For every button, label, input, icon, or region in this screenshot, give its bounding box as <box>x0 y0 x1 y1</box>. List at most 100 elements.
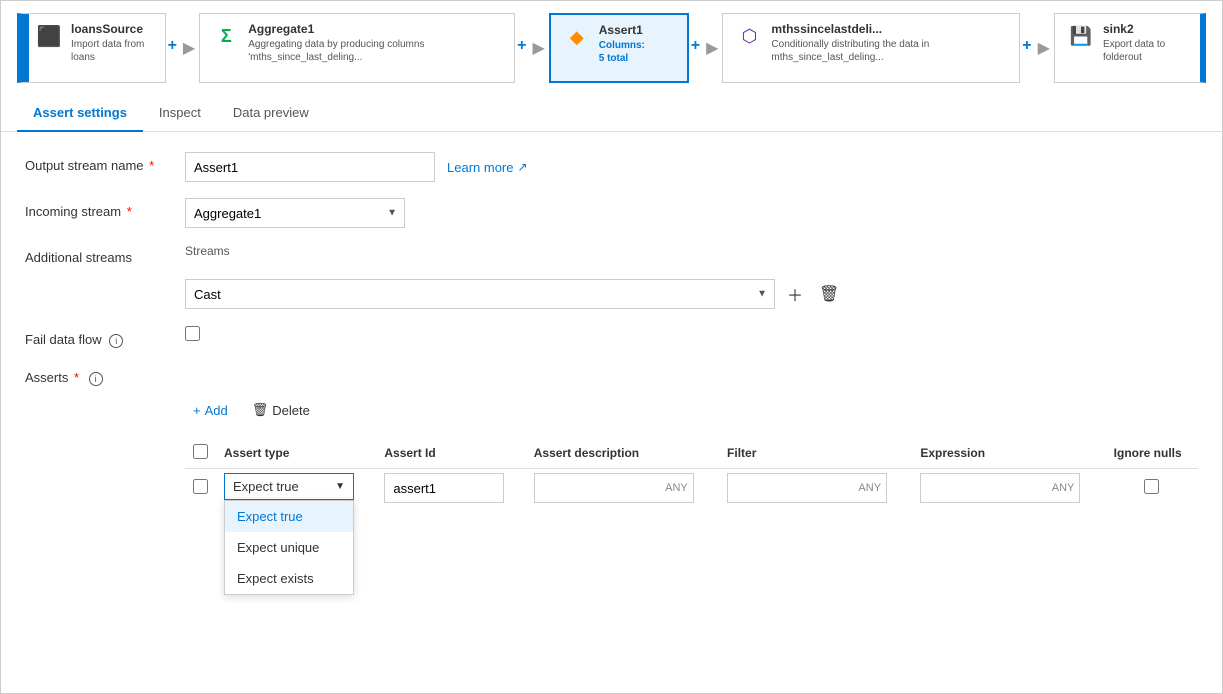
add-assert-button[interactable]: + Add <box>185 399 236 422</box>
settings-panel: Output stream name * Learn more ↗ Incomi… <box>1 132 1222 693</box>
assert-id-input[interactable] <box>384 473 504 503</box>
assert-type-cell: Expect true ▼ Expect true Expect unique … <box>216 469 376 508</box>
assert-type-trigger[interactable]: Expect true ▼ <box>224 473 354 500</box>
tab-data-preview[interactable]: Data preview <box>217 95 325 132</box>
asserts-toolbar: + Add 🗑 Delete <box>185 398 1198 422</box>
assert-description-input[interactable] <box>534 473 694 503</box>
incoming-stream-select-wrapper: Aggregate1 ▼ <box>185 198 405 228</box>
pipeline-node-sink2[interactable]: 💾 sink2 Export data to folderout <box>1054 13 1206 83</box>
pipeline-header: ⬛ loansSource Import data from loans + ▶… <box>1 1 1222 95</box>
learn-more-link[interactable]: Learn more ↗ <box>447 160 528 175</box>
assert-filter-field: ANY <box>727 473 887 503</box>
tab-assert-settings[interactable]: Assert settings <box>17 95 143 132</box>
aggregate1-icon: Σ <box>212 22 240 50</box>
assert-type-value: Expect true <box>233 479 299 494</box>
assert-type-select-wrapper: Expect true ▼ Expect true Expect unique … <box>224 473 368 500</box>
row-checkbox-cell <box>185 469 216 508</box>
assert1-desc-line1: Columns: <box>599 39 675 52</box>
ignore-nulls-checkbox[interactable] <box>1144 479 1159 494</box>
fail-data-flow-row: Fail data flow i <box>25 326 1198 348</box>
output-stream-label: Output stream name * <box>25 152 185 173</box>
asserts-row: Asserts * i + Add 🗑 Delete <box>25 364 1198 507</box>
fail-data-flow-controls <box>185 326 1198 341</box>
asserts-table: Assert type Assert Id Assert description… <box>185 438 1198 507</box>
loanssource-icon: ⬛ <box>35 22 63 50</box>
aggregate1-title: Aggregate1 <box>248 22 502 36</box>
output-stream-row: Output stream name * Learn more ↗ <box>25 152 1198 182</box>
mths-title: mthssincelastdeli... <box>771 22 1007 36</box>
asserts-table-header: Assert type Assert Id Assert description… <box>185 438 1198 469</box>
asserts-header: Asserts * i <box>25 364 189 386</box>
header-checkbox-cell <box>185 438 216 469</box>
streams-sublabel: Streams <box>185 244 230 258</box>
pipeline-node-loanssource[interactable]: ⬛ loansSource Import data from loans <box>17 13 166 83</box>
connector-plus-2: + <box>515 37 528 59</box>
incoming-stream-select[interactable]: Aggregate1 <box>185 198 405 228</box>
additional-streams-label: Additional streams <box>25 244 185 265</box>
assert-expression-input[interactable] <box>920 473 1080 503</box>
assert-expression-cell: ANY <box>912 469 1105 508</box>
connector-plus-3: + <box>689 37 702 59</box>
pipeline-node-assert1[interactable]: ◆ Assert1 Columns: 5 total <box>549 13 689 83</box>
loanssource-title: loansSource <box>71 22 153 36</box>
asserts-info-icon[interactable]: i <box>89 372 103 386</box>
assert-description-field: ANY <box>534 473 694 503</box>
connector-plus-4: + <box>1020 37 1033 59</box>
delete-trash-icon: 🗑 <box>252 402 269 418</box>
dropdown-item-expect-exists[interactable]: Expect exists <box>225 563 353 594</box>
arrow-1: ▶ <box>179 38 199 58</box>
asserts-content: + Add 🗑 Delete A <box>25 398 1198 507</box>
row-checkbox[interactable] <box>193 479 208 494</box>
arrow-2: ▶ <box>528 38 548 58</box>
asserts-table-body: Expect true ▼ Expect true Expect unique … <box>185 469 1198 508</box>
delete-assert-button[interactable]: 🗑 Delete <box>244 398 318 422</box>
assert-ignore-nulls-cell <box>1106 469 1198 508</box>
assert-filter-input[interactable] <box>727 473 887 503</box>
aggregate1-desc: Aggregating data by producing columns 'm… <box>248 38 502 64</box>
streams-row: Cast ▼ ＋ 🗑 <box>185 278 843 310</box>
incoming-stream-label: Incoming stream * <box>25 198 185 219</box>
assert-expression-field: ANY <box>920 473 1080 503</box>
connector-plus-1: + <box>166 37 179 59</box>
output-stream-input[interactable] <box>185 152 435 182</box>
assert-filter-cell: ANY <box>719 469 912 508</box>
output-stream-controls: Learn more ↗ <box>185 152 1198 182</box>
assert1-icon: ◆ <box>563 23 591 51</box>
tabs-bar: Assert settings Inspect Data preview <box>1 95 1222 132</box>
loanssource-desc: Import data from loans <box>71 38 153 64</box>
mths-desc: Conditionally distributing the data in m… <box>771 38 1007 64</box>
dropdown-item-expect-true[interactable]: Expect true <box>225 501 353 532</box>
external-link-icon: ↗ <box>517 160 527 174</box>
sink2-desc: Export data to folderout <box>1103 38 1188 64</box>
assert-id-cell <box>376 469 525 508</box>
delete-stream-button[interactable]: 🗑 <box>815 280 843 308</box>
col-assert-description: Assert description <box>526 438 719 469</box>
col-expression: Expression <box>912 438 1105 469</box>
col-assert-id: Assert Id <box>376 438 525 469</box>
select-all-checkbox[interactable] <box>193 444 208 459</box>
col-ignore-nulls: Ignore nulls <box>1106 438 1198 469</box>
assert-type-chevron-icon: ▼ <box>335 481 345 492</box>
fail-data-flow-info-icon[interactable]: i <box>109 334 123 348</box>
tab-inspect[interactable]: Inspect <box>143 95 217 132</box>
additional-streams-row: Additional streams Streams Cast ▼ ＋ 🗑 <box>25 244 1198 310</box>
incoming-stream-row: Incoming stream * Aggregate1 ▼ <box>25 198 1198 228</box>
mths-icon: ⬡ <box>735 22 763 50</box>
add-stream-button[interactable]: ＋ <box>783 278 807 310</box>
pipeline-node-mths[interactable]: ⬡ mthssincelastdeli... Conditionally dis… <box>722 13 1020 83</box>
dropdown-item-expect-unique[interactable]: Expect unique <box>225 532 353 563</box>
sink2-icon: 💾 <box>1067 22 1095 50</box>
delete-label: Delete <box>272 403 310 418</box>
assert-description-cell: ANY <box>526 469 719 508</box>
assert-type-dropdown: Expect true Expect unique Expect exists <box>224 500 354 595</box>
sink2-title: sink2 <box>1103 22 1188 36</box>
assert1-desc-line2: 5 total <box>599 52 675 65</box>
additional-streams-controls: Streams Cast ▼ ＋ 🗑 <box>185 244 1198 310</box>
add-label: Add <box>205 403 228 418</box>
fail-data-flow-checkbox[interactable] <box>185 326 200 341</box>
cast-select-wrapper: Cast ▼ <box>185 279 775 309</box>
pipeline-node-aggregate1[interactable]: Σ Aggregate1 Aggregating data by produci… <box>199 13 515 83</box>
cast-select[interactable]: Cast <box>185 279 775 309</box>
arrow-3: ▶ <box>702 38 722 58</box>
asserts-label: Asserts * i <box>25 364 185 386</box>
